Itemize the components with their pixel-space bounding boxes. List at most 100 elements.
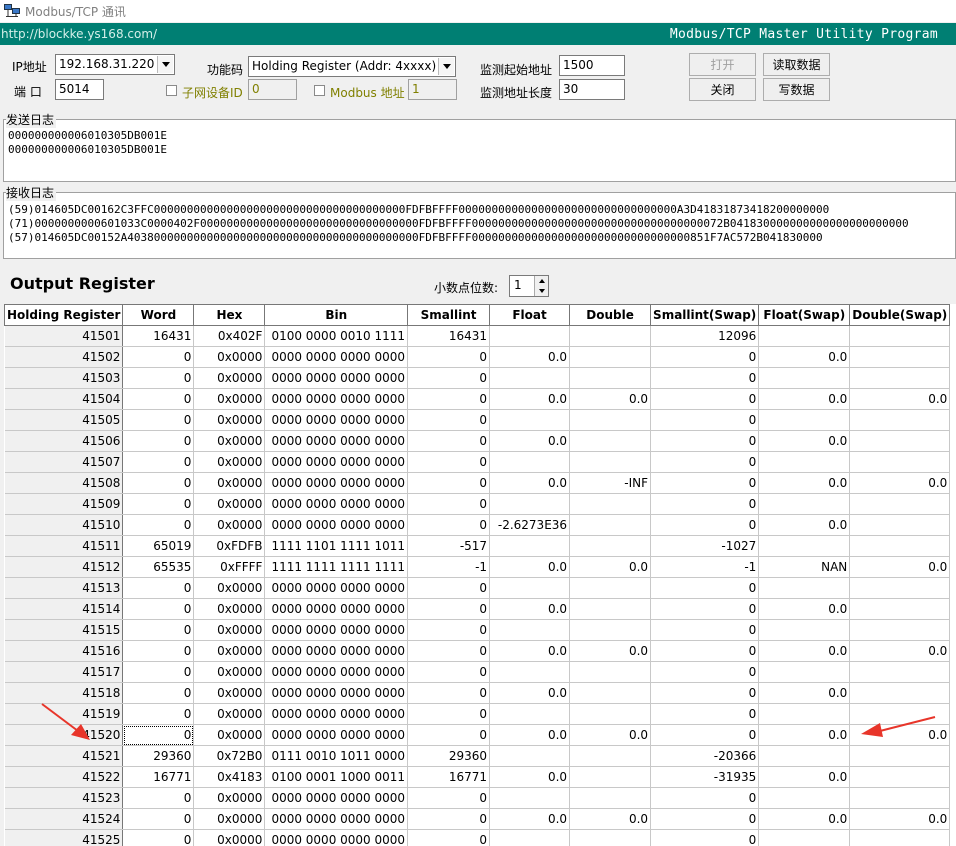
cell-double-swap[interactable]: 0.0 xyxy=(849,808,951,830)
cell-smallint-swap[interactable]: 0 xyxy=(650,640,760,662)
cell-double-swap[interactable] xyxy=(849,367,951,389)
cell-hex[interactable]: 0x0000 xyxy=(193,661,266,683)
cell-holding-register[interactable]: 41506 xyxy=(4,430,124,452)
cell-hex[interactable]: 0x4183 xyxy=(193,766,266,788)
read-data-button[interactable]: 读取数据 xyxy=(763,53,830,76)
cell-double-swap[interactable] xyxy=(849,325,951,347)
cell-word[interactable]: 0 xyxy=(122,682,195,704)
table-row[interactable]: 41516 0 0x0000 0000 0000 0000 0000 0 0.0 0.0 0 0… xyxy=(4,640,951,662)
cell-holding-register[interactable]: 41516 xyxy=(4,640,124,662)
cell-bin[interactable]: 0000 0000 0000 0000 xyxy=(264,682,409,704)
cell-float[interactable] xyxy=(489,325,571,347)
cell-double[interactable]: 0.0 xyxy=(569,388,652,410)
cell-float[interactable] xyxy=(489,703,571,725)
column-header-word[interactable]: Word xyxy=(122,304,195,326)
cell-smallint[interactable]: 16431 xyxy=(407,325,491,347)
cell-bin[interactable]: 1111 1111 1111 1111 xyxy=(264,556,409,578)
close-button[interactable]: 关闭 xyxy=(689,78,756,101)
cell-float[interactable]: -2.6273E36 xyxy=(489,514,571,536)
cell-holding-register[interactable]: 41522 xyxy=(4,766,124,788)
cell-bin[interactable]: 0100 0000 0010 1111 xyxy=(264,325,409,347)
cell-bin[interactable]: 0000 0000 0000 0000 xyxy=(264,703,409,725)
cell-float[interactable]: 0.0 xyxy=(489,346,571,368)
cell-smallint[interactable]: 0 xyxy=(407,682,491,704)
cell-bin[interactable]: 0000 0000 0000 0000 xyxy=(264,808,409,830)
cell-holding-register[interactable]: 41515 xyxy=(4,619,124,641)
cell-double[interactable]: 0.0 xyxy=(569,640,652,662)
cell-smallint[interactable]: 0 xyxy=(407,703,491,725)
cell-float[interactable]: 0.0 xyxy=(489,808,571,830)
cell-float[interactable]: 0.0 xyxy=(489,598,571,620)
table-row[interactable]: 41512 65535 0xFFFF 1111 1111 1111 1111 -1 0.0… xyxy=(4,556,951,578)
cell-hex[interactable]: 0x0000 xyxy=(193,409,266,431)
cell-smallint[interactable]: 0 xyxy=(407,724,491,746)
cell-smallint[interactable]: 0 xyxy=(407,808,491,830)
cell-holding-register[interactable]: 41512 xyxy=(4,556,124,578)
cell-hex[interactable]: 0xFFFF xyxy=(193,556,266,578)
cell-hex[interactable]: 0x0000 xyxy=(193,598,266,620)
cell-smallint-swap[interactable]: -1 xyxy=(650,556,760,578)
subnet-id-field[interactable]: 0 xyxy=(248,79,297,100)
cell-smallint[interactable]: 0 xyxy=(407,514,491,536)
cell-double-swap[interactable] xyxy=(849,745,951,767)
cell-double[interactable] xyxy=(569,367,652,389)
cell-double[interactable] xyxy=(569,598,652,620)
cell-holding-register[interactable]: 41521 xyxy=(4,745,124,767)
cell-word[interactable]: 0 xyxy=(122,703,195,725)
cell-word[interactable]: 0 xyxy=(122,514,195,536)
cell-hex[interactable]: 0x402F xyxy=(193,325,266,347)
chevron-down-icon[interactable] xyxy=(438,58,454,75)
cell-bin[interactable]: 0000 0000 0000 0000 xyxy=(264,514,409,536)
table-row[interactable]: 41509 0 0x0000 0000 0000 0000 0000 0 0 xyxy=(4,493,951,515)
column-header-holding-register[interactable]: Holding Register xyxy=(4,304,124,326)
cell-smallint-swap[interactable]: 0 xyxy=(650,577,760,599)
cell-float-swap[interactable] xyxy=(758,367,851,389)
cell-smallint[interactable]: 0 xyxy=(407,367,491,389)
table-row[interactable]: 41510 0 0x0000 0000 0000 0000 0000 0 -2.6273E… xyxy=(4,514,951,536)
cell-float-swap[interactable]: 0.0 xyxy=(758,682,851,704)
table-row[interactable]: 41513 0 0x0000 0000 0000 0000 0000 0 0 xyxy=(4,577,951,599)
cell-bin[interactable]: 0000 0000 0000 0000 xyxy=(264,472,409,494)
cell-word[interactable]: 29360 xyxy=(122,745,195,767)
cell-smallint-swap[interactable]: 0 xyxy=(650,346,760,368)
cell-double[interactable]: -INF xyxy=(569,472,652,494)
cell-float-swap[interactable] xyxy=(758,577,851,599)
cell-holding-register[interactable]: 41517 xyxy=(4,661,124,683)
cell-smallint-swap[interactable]: 0 xyxy=(650,661,760,683)
column-header-float-swap[interactable]: Float(Swap) xyxy=(758,304,851,326)
cell-float-swap[interactable]: 0.0 xyxy=(758,808,851,830)
cell-smallint-swap[interactable]: 0 xyxy=(650,388,760,410)
cell-smallint-swap[interactable]: 12096 xyxy=(650,325,760,347)
cell-smallint[interactable]: 0 xyxy=(407,661,491,683)
cell-smallint-swap[interactable]: 0 xyxy=(650,598,760,620)
cell-double-swap[interactable] xyxy=(849,598,951,620)
cell-hex[interactable]: 0x0000 xyxy=(193,682,266,704)
cell-bin[interactable]: 0000 0000 0000 0000 xyxy=(264,493,409,515)
cell-float-swap[interactable] xyxy=(758,493,851,515)
cell-word[interactable]: 0 xyxy=(122,577,195,599)
cell-double[interactable] xyxy=(569,451,652,473)
cell-float[interactable]: 0.0 xyxy=(489,682,571,704)
cell-word[interactable]: 0 xyxy=(122,346,195,368)
cell-double[interactable] xyxy=(569,325,652,347)
cell-float-swap[interactable]: 0.0 xyxy=(758,514,851,536)
cell-double[interactable] xyxy=(569,346,652,368)
cell-bin[interactable]: 0000 0000 0000 0000 xyxy=(264,598,409,620)
write-data-button[interactable]: 写数据 xyxy=(763,78,830,101)
cell-double[interactable] xyxy=(569,430,652,452)
cell-hex[interactable]: 0x0000 xyxy=(193,829,266,846)
cell-smallint-swap[interactable]: 0 xyxy=(650,619,760,641)
column-header-smallint-swap[interactable]: Smallint(Swap) xyxy=(650,304,760,326)
cell-float-swap[interactable]: 0.0 xyxy=(758,388,851,410)
cell-double-swap[interactable] xyxy=(849,787,951,809)
cell-hex[interactable]: 0x0000 xyxy=(193,388,266,410)
cell-double-swap[interactable]: 0.0 xyxy=(849,388,951,410)
cell-double-swap[interactable]: 0.0 xyxy=(849,556,951,578)
website-link[interactable]: http://blockke.ys168.com/ xyxy=(0,27,157,41)
cell-double[interactable]: 0.0 xyxy=(569,556,652,578)
cell-float-swap[interactable] xyxy=(758,703,851,725)
column-header-float[interactable]: Float xyxy=(489,304,571,326)
cell-double-swap[interactable] xyxy=(849,661,951,683)
cell-smallint[interactable]: 0 xyxy=(407,493,491,515)
cell-double-swap[interactable] xyxy=(849,577,951,599)
